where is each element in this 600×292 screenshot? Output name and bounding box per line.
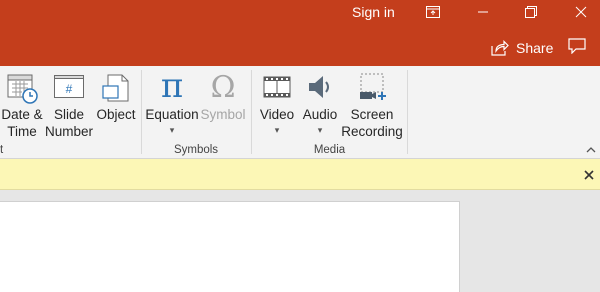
svg-text:π: π [161, 68, 183, 102]
close-icon[interactable] [583, 168, 595, 180]
share-label: Share [516, 40, 554, 56]
slide-number-label-line2: Number [44, 124, 93, 139]
comments-icon[interactable] [568, 38, 588, 56]
omega-icon: Ω [207, 68, 239, 106]
slide-number-label-line1: Slide [53, 107, 85, 122]
pi-icon: π [156, 66, 188, 106]
title-bar: Sign in Share [0, 0, 600, 66]
date-time-button[interactable]: Date & Time [0, 66, 44, 142]
share-button[interactable]: Share [491, 38, 553, 58]
slide-canvas[interactable] [0, 202, 459, 292]
screen-recording-label-line2: Recording [341, 124, 403, 139]
object-button[interactable]: Object [94, 66, 138, 142]
video-button[interactable]: Video ▾ [254, 66, 300, 142]
group-separator [141, 70, 142, 154]
symbols-group-label: Symbols [173, 144, 219, 156]
close-icon[interactable] [570, 3, 592, 21]
video-label: Video [259, 107, 295, 122]
audio-button[interactable]: Audio ▾ [300, 66, 340, 142]
film-icon [262, 72, 292, 106]
share-icon [491, 40, 509, 56]
editing-workspace [0, 190, 600, 292]
minimize-icon[interactable] [472, 3, 494, 21]
media-group-label: Media [313, 144, 346, 156]
speaker-icon [305, 72, 335, 106]
screen-recording-icon [356, 72, 388, 106]
calendar-clock-icon [6, 72, 38, 108]
equation-label: Equation [145, 107, 199, 122]
date-time-label-line2: Time [7, 124, 37, 139]
symbol-button[interactable]: Ω Symbol [199, 66, 247, 142]
sign-in-link[interactable]: Sign in [352, 4, 395, 20]
slide-number-icon: # [53, 72, 85, 106]
group-separator [407, 70, 408, 154]
collapse-ribbon-icon[interactable] [585, 142, 597, 153]
svg-text:Ω: Ω [211, 70, 236, 102]
object-icon [100, 72, 132, 108]
date-time-label-line1: Date & [1, 107, 43, 122]
equation-button[interactable]: π Equation ▾ [145, 66, 199, 142]
ribbon: Date & Time # Slide Number Object t π Eq… [0, 66, 600, 159]
slide-number-button[interactable]: # Slide Number [44, 66, 94, 142]
video-dropdown-arrow[interactable]: ▾ [254, 122, 300, 139]
audio-label: Audio [302, 107, 338, 122]
equation-dropdown-arrow[interactable]: ▾ [145, 122, 199, 139]
text-group-label-fragment: t [0, 144, 4, 156]
screen-recording-label-line1: Screen [350, 107, 394, 122]
audio-dropdown-arrow[interactable]: ▾ [300, 122, 340, 139]
message-bar [0, 159, 600, 190]
group-separator [251, 70, 252, 154]
object-label: Object [96, 107, 136, 122]
ribbon-display-options-icon[interactable] [422, 3, 444, 21]
screen-recording-button[interactable]: Screen Recording [340, 66, 404, 142]
svg-text:#: # [66, 82, 73, 96]
symbol-label: Symbol [200, 107, 246, 122]
restore-icon[interactable] [520, 3, 542, 21]
